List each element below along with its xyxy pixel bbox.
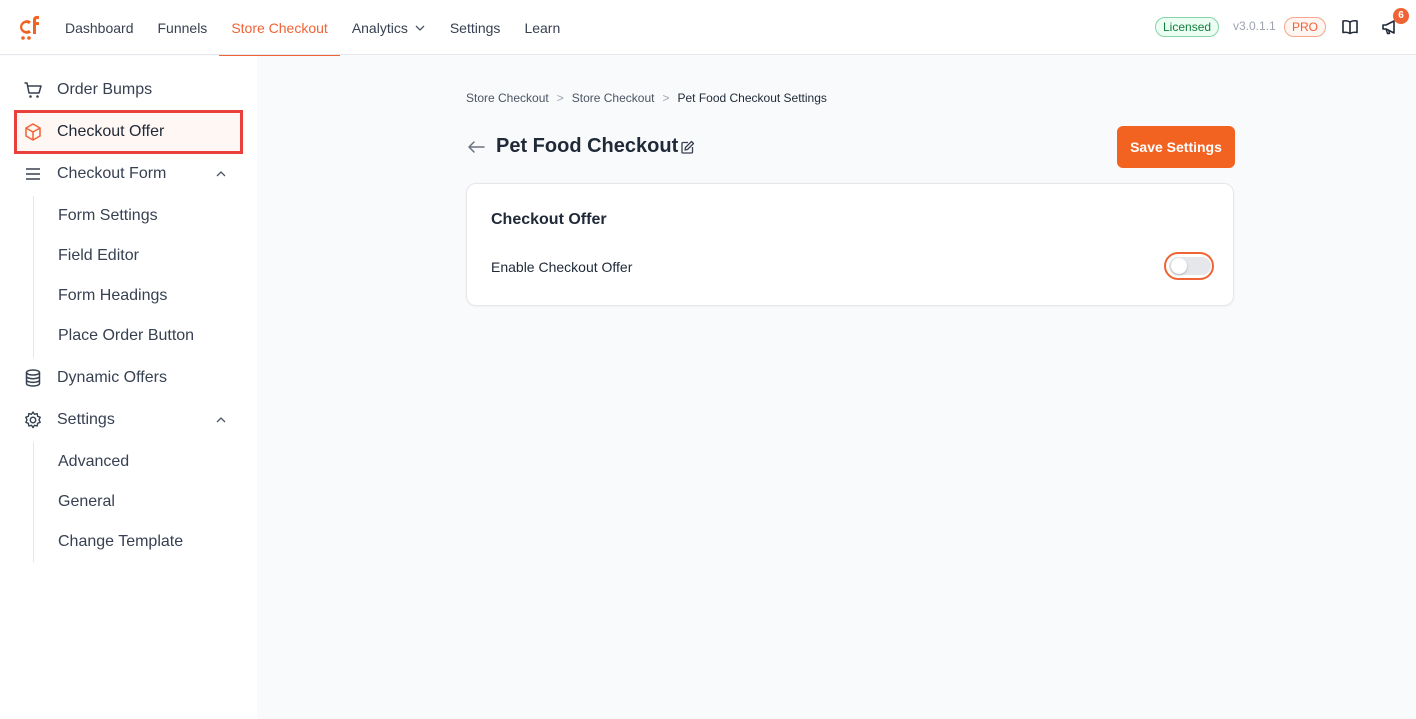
sidebar-item-settings[interactable]: Settings bbox=[16, 400, 241, 440]
nav-funnels[interactable]: Funnels bbox=[146, 0, 220, 55]
nav-store-checkout[interactable]: Store Checkout bbox=[219, 0, 340, 56]
chevron-up-icon[interactable] bbox=[215, 414, 227, 426]
breadcrumb-separator: > bbox=[556, 91, 564, 105]
sidebar-item-order-bumps[interactable]: Order Bumps bbox=[16, 70, 241, 110]
nav-analytics[interactable]: Analytics bbox=[340, 0, 438, 55]
enable-checkout-offer-label: Enable Checkout Offer bbox=[491, 259, 633, 275]
breadcrumb-link-store-checkout[interactable]: Store Checkout bbox=[572, 91, 655, 105]
gear-icon bbox=[23, 410, 43, 430]
cart-icon bbox=[23, 80, 43, 100]
pencil-edit-icon[interactable] bbox=[680, 140, 695, 155]
version-label: v3.0.1.1 bbox=[1233, 19, 1276, 33]
sidebar-item-checkout-form[interactable]: Checkout Form bbox=[16, 154, 241, 194]
sidebar-subitem-form-settings[interactable]: Form Settings bbox=[58, 205, 158, 227]
menu-lines-icon bbox=[23, 164, 43, 184]
sidebar-item-dynamic-offers[interactable]: Dynamic Offers bbox=[16, 358, 241, 398]
sidebar-item-label: Order Bumps bbox=[57, 81, 153, 98]
sidebar-item-label: Checkout Offer bbox=[57, 123, 165, 140]
sidebar: Order Bumps Checkout Offer Checkout Form… bbox=[0, 56, 257, 719]
enable-checkout-offer-toggle[interactable] bbox=[1164, 252, 1214, 280]
back-arrow-icon[interactable] bbox=[466, 139, 486, 155]
submenu-guide-line bbox=[33, 442, 34, 562]
nav-dashboard[interactable]: Dashboard bbox=[53, 0, 146, 55]
breadcrumb-separator: > bbox=[662, 91, 670, 105]
sidebar-subitem-form-headings[interactable]: Form Headings bbox=[58, 285, 167, 307]
cartflows-logo[interactable] bbox=[16, 13, 44, 41]
breadcrumb-link-store-checkout[interactable]: Store Checkout bbox=[466, 91, 549, 105]
sidebar-subitem-change-template[interactable]: Change Template bbox=[58, 531, 183, 553]
checkout-offer-card: Checkout Offer Enable Checkout Offer bbox=[466, 183, 1234, 306]
sidebar-item-label: Settings bbox=[57, 411, 115, 428]
breadcrumb-current: Pet Food Checkout Settings bbox=[677, 91, 827, 105]
top-bar: Dashboard Funnels Store Checkout Analyti… bbox=[0, 0, 1416, 56]
chevron-up-icon[interactable] bbox=[215, 168, 227, 180]
sidebar-subitem-general[interactable]: General bbox=[58, 491, 115, 513]
sidebar-item-label: Dynamic Offers bbox=[57, 369, 167, 386]
toggle-track bbox=[1169, 257, 1211, 275]
page-title: Pet Food Checkout bbox=[496, 135, 679, 157]
sidebar-item-checkout-offer[interactable]: Checkout Offer bbox=[14, 110, 243, 154]
sidebar-subitem-place-order-button[interactable]: Place Order Button bbox=[58, 325, 194, 347]
notification-count-badge: 6 bbox=[1393, 8, 1409, 24]
chevron-down-icon bbox=[415, 25, 425, 31]
nav-settings[interactable]: Settings bbox=[438, 0, 513, 55]
main-nav: Dashboard Funnels Store Checkout Analyti… bbox=[53, 0, 572, 56]
save-settings-button[interactable]: Save Settings bbox=[1117, 126, 1235, 168]
cube-icon bbox=[23, 122, 43, 142]
breadcrumb: Store Checkout > Store Checkout > Pet Fo… bbox=[466, 91, 827, 105]
database-icon bbox=[23, 368, 43, 388]
submenu-guide-line bbox=[33, 196, 34, 358]
license-badge: Licensed bbox=[1155, 17, 1220, 37]
nav-learn[interactable]: Learn bbox=[512, 0, 572, 55]
sidebar-subitem-field-editor[interactable]: Field Editor bbox=[58, 245, 139, 267]
toggle-knob bbox=[1171, 258, 1187, 274]
pro-badge: PRO bbox=[1284, 17, 1327, 37]
sidebar-item-label: Checkout Form bbox=[57, 165, 167, 182]
sidebar-subitem-advanced[interactable]: Advanced bbox=[58, 451, 129, 473]
card-title: Checkout Offer bbox=[491, 211, 607, 228]
book-icon[interactable] bbox=[1341, 18, 1359, 36]
